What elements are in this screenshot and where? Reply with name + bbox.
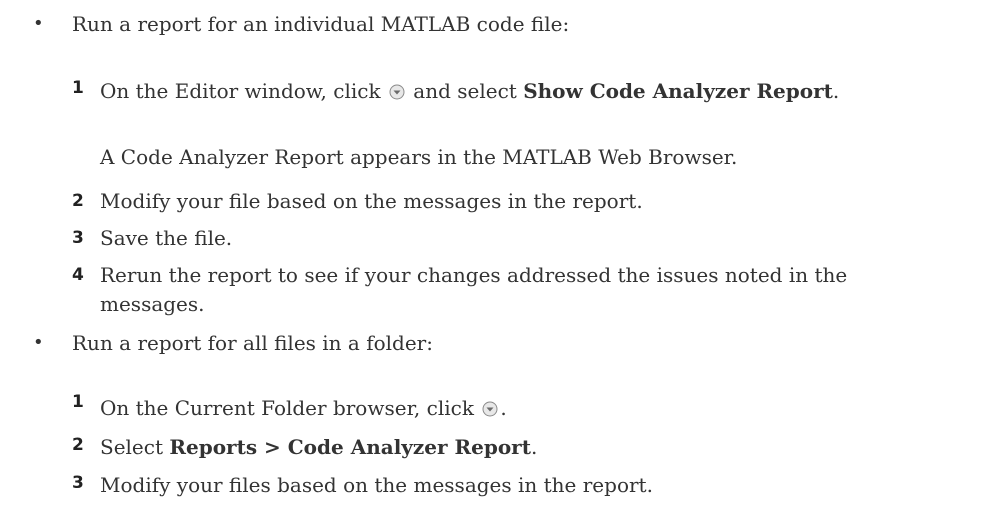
step-text: On the Current Folder browser, click — [100, 396, 474, 420]
step-number: 4 — [72, 265, 84, 285]
section2-intro: Run a report for all files in a folder: — [72, 331, 433, 355]
section1-step3: Save the file. — [100, 226, 233, 250]
step-text: . — [530, 435, 538, 459]
section1-step4-line2: messages. — [100, 292, 205, 316]
step-number: 2 — [72, 191, 84, 211]
section1-step1: On the Editor window, click and select S… — [100, 79, 839, 103]
section1-step4-line1: Rerun the report to see if your changes … — [100, 263, 848, 287]
step-text: . — [500, 396, 507, 420]
section1-intro: Run a report for an individual MATLAB co… — [72, 12, 570, 36]
step-number: 3 — [72, 228, 84, 248]
bullet-marker: • — [33, 13, 44, 34]
step-text: On the Editor window, click — [100, 79, 381, 103]
step-number: 1 — [72, 392, 84, 412]
section2-step2: Select Reports > Code Analyzer Report. — [100, 435, 537, 459]
dropdown-arrow-icon[interactable] — [482, 401, 498, 417]
menu-path: Reports > Code Analyzer Report — [169, 435, 531, 459]
bullet-marker: • — [33, 332, 44, 353]
step-number: 3 — [72, 473, 84, 493]
section2-step1: On the Current Folder browser, click . — [100, 396, 507, 420]
menu-item-name: Show Code Analyzer Report — [523, 79, 833, 103]
step-number: 1 — [72, 78, 84, 98]
section1-step2: Modify your file based on the messages i… — [100, 189, 643, 213]
step-text: and select — [413, 79, 517, 103]
step-note: A Code Analyzer Report appears in the MA… — [100, 145, 738, 169]
dropdown-arrow-icon[interactable] — [389, 84, 405, 100]
step-text: . — [832, 79, 840, 103]
step-text: Select — [100, 435, 164, 459]
step-number: 2 — [72, 435, 84, 455]
section2-step3: Modify your files based on the messages … — [100, 473, 653, 497]
